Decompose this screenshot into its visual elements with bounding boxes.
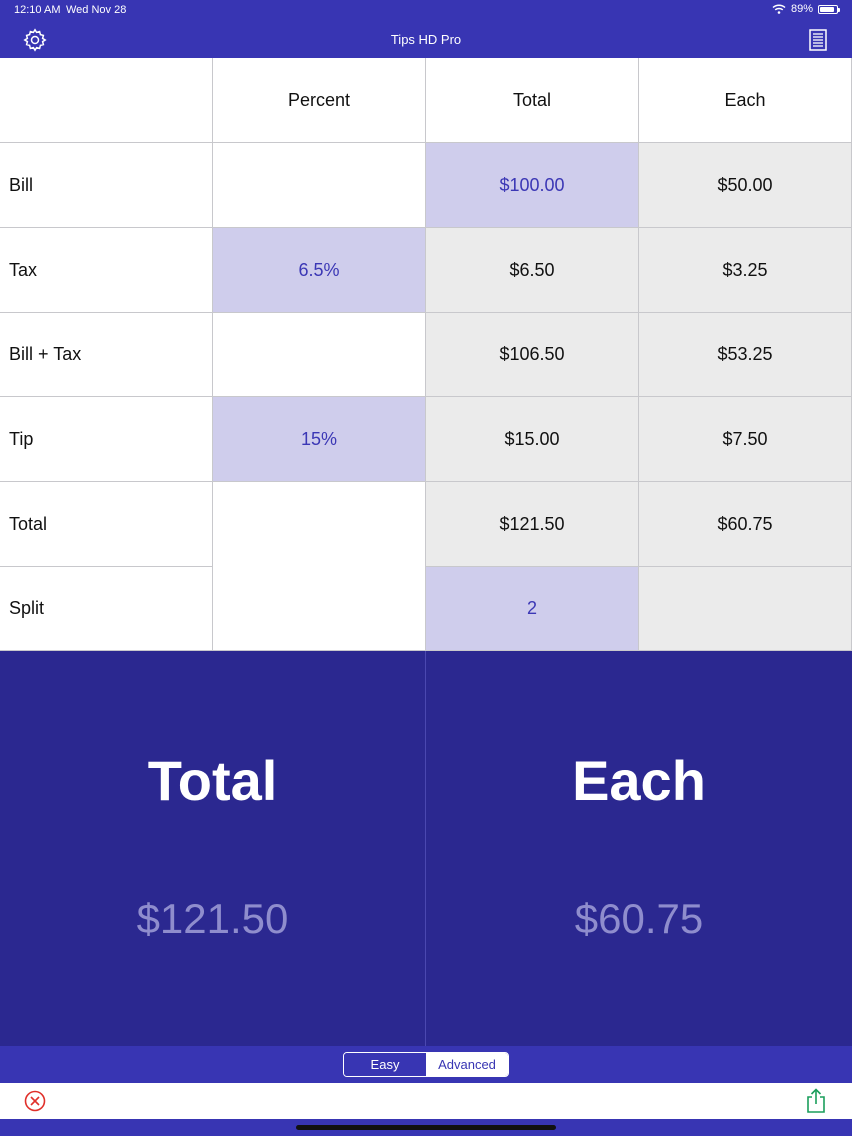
status-time: 12:10 AM — [14, 4, 61, 16]
total-each-value: $60.75 — [639, 482, 852, 567]
column-header-each: Each — [639, 58, 852, 143]
each-panel: Each $60.75 — [426, 651, 852, 1046]
bill-total-input[interactable]: $100.00 — [426, 143, 639, 228]
status-date: Wed Nov 28 — [66, 4, 127, 16]
status-indicators: 89% — [772, 3, 840, 15]
total-panel-title: Total — [147, 749, 278, 812]
battery-icon — [818, 4, 840, 14]
row-label-split: Split — [0, 567, 213, 651]
row-label-tax: Tax — [0, 228, 213, 313]
each-panel-title: Each — [572, 749, 706, 812]
cancel-icon[interactable] — [24, 1090, 46, 1112]
bill-plus-tax-percent-cell — [213, 313, 426, 397]
total-panel-value: $121.50 — [136, 895, 289, 942]
summary-panels: Total $121.50 Each $60.75 — [0, 651, 852, 1046]
row-label-tip: Tip — [0, 397, 213, 482]
wifi-icon — [772, 4, 786, 14]
bill-each-value: $50.00 — [639, 143, 852, 228]
home-indicator — [296, 1125, 556, 1130]
tax-each-value: $3.25 — [639, 228, 852, 313]
list-icon[interactable] — [809, 29, 827, 51]
column-header-total: Total — [426, 58, 639, 143]
tax-total-value: $6.50 — [426, 228, 639, 313]
calculation-grid: Percent Total Each Bill $100.00 $50.00 T… — [0, 58, 852, 651]
nav-title: Tips HD Pro — [390, 32, 462, 47]
advanced-mode-tab[interactable]: Advanced — [426, 1053, 508, 1076]
mode-segmented-control: Easy Advanced — [343, 1052, 509, 1077]
share-icon[interactable] — [806, 1088, 826, 1114]
total-panel: Total $121.50 — [0, 651, 426, 1046]
column-header-percent: Percent — [213, 58, 426, 143]
bill-plus-tax-total-value: $106.50 — [426, 313, 639, 397]
split-count-input[interactable]: 2 — [426, 567, 639, 651]
row-label-bill-plus-tax: Bill + Tax — [0, 313, 213, 397]
split-each-cell — [639, 567, 852, 651]
tip-percent-input[interactable]: 15% — [213, 397, 426, 482]
each-panel-value: $60.75 — [574, 895, 704, 942]
total-total-value: $121.50 — [426, 482, 639, 567]
header-corner — [0, 58, 213, 143]
tip-each-value: $7.50 — [639, 397, 852, 482]
row-label-bill: Bill — [0, 143, 213, 228]
bill-percent-cell — [213, 143, 426, 228]
bottom-toolbar — [0, 1083, 852, 1119]
battery-percent: 89% — [790, 3, 813, 15]
easy-mode-tab[interactable]: Easy — [344, 1053, 426, 1076]
mode-bar: Easy Advanced — [0, 1046, 852, 1083]
header: 12:10 AM Wed Nov 28 89% Tips HD Pro — [0, 0, 852, 58]
tax-percent-input[interactable]: 6.5% — [213, 228, 426, 313]
row-label-total: Total — [0, 482, 213, 567]
tip-total-value: $15.00 — [426, 397, 639, 482]
bill-plus-tax-each-value: $53.25 — [639, 313, 852, 397]
total-split-percent-cell — [213, 482, 426, 651]
